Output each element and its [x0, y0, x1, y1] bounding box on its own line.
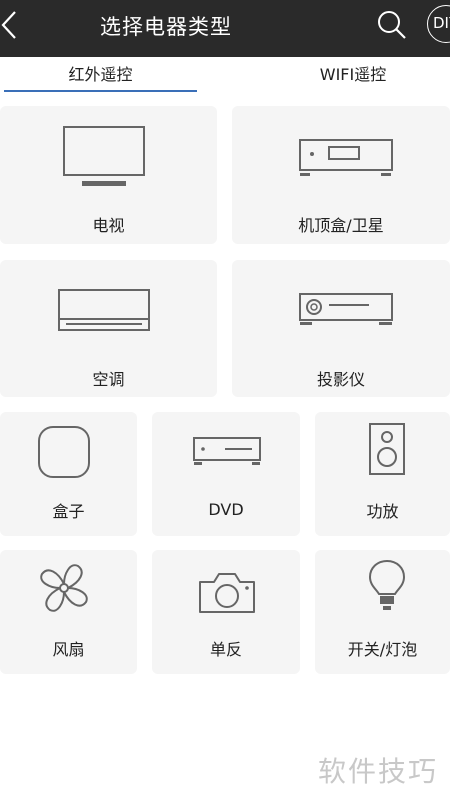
device-label: 电视: [92, 216, 125, 235]
active-tab-indicator: [4, 90, 197, 92]
tab-wifi[interactable]: WIFI遥控: [258, 57, 448, 95]
device-label: 功放: [366, 502, 399, 521]
device-card-tv[interactable]: 电视: [0, 106, 217, 244]
device-label: DVD: [208, 500, 244, 519]
back-button[interactable]: [0, 4, 30, 48]
device-label: 风扇: [52, 640, 85, 659]
fan-icon: [40, 564, 88, 612]
device-label: 空调: [92, 370, 125, 389]
device-card-amplifier[interactable]: 功放: [315, 412, 450, 536]
page-title: 选择电器类型: [100, 15, 232, 39]
device-label: 开关/灯泡: [347, 640, 418, 659]
device-label: 机顶盒/卫星: [298, 216, 384, 235]
header-bar: 选择电器类型 DIY: [0, 0, 450, 57]
box-icon: [38, 426, 90, 478]
device-card-box[interactable]: 盒子: [0, 412, 137, 536]
tv-icon: [63, 126, 145, 186]
device-card-fan[interactable]: 风扇: [0, 550, 137, 674]
air-conditioner-icon: [58, 289, 150, 331]
search-icon: [378, 11, 406, 39]
search-button[interactable]: [376, 9, 408, 41]
device-card-switch-bulb[interactable]: 开关/灯泡: [315, 550, 450, 674]
watermark-text: 软件技巧: [318, 755, 439, 788]
remote-type-tabs: 红外遥控 WIFI遥控: [0, 57, 450, 95]
device-card-camera[interactable]: 单反: [152, 550, 300, 674]
device-card-dvd[interactable]: DVD: [152, 412, 300, 536]
device-card-projector[interactable]: 投影仪: [232, 260, 450, 397]
device-label: 投影仪: [316, 370, 365, 389]
device-card-set-top-box[interactable]: 机顶盒/卫星: [232, 106, 450, 244]
device-label: 单反: [209, 640, 242, 659]
device-label: 盒子: [52, 502, 85, 521]
diy-button[interactable]: DIY: [427, 5, 450, 43]
camera-icon: [199, 573, 255, 613]
projector-icon: [299, 293, 393, 325]
chevron-left-icon: [1, 11, 16, 39]
dvd-player-icon: [193, 437, 261, 465]
speaker-icon: [369, 423, 405, 475]
light-bulb-icon: [368, 559, 406, 610]
device-card-air-conditioner[interactable]: 空调: [0, 260, 217, 397]
set-top-box-icon: [299, 139, 393, 176]
